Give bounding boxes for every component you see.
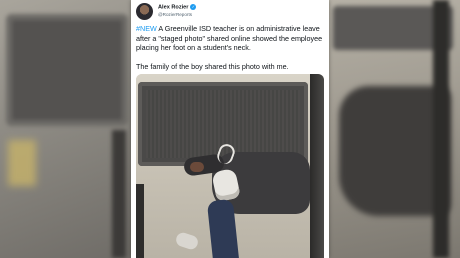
author-name-text[interactable]: Alex Rozier <box>158 4 188 10</box>
hashtag-link[interactable]: #NEW <box>136 24 157 33</box>
tweet-text: #NEW A Greenville ISD teacher is on admi… <box>136 24 326 71</box>
verified-badge-icon: ✓ <box>190 4 197 10</box>
author-handle[interactable]: @RozierReports <box>158 12 192 17</box>
blurred-door-frame <box>112 130 126 258</box>
blurred-door-frame <box>433 0 449 258</box>
tweet-header: Alex Rozier ✓ @RozierReports <box>136 3 326 21</box>
photo-student-hand <box>190 162 204 172</box>
photo-door-frame-right <box>310 74 324 258</box>
tweet-paragraph-1: #NEW A Greenville ISD teacher is on admi… <box>136 24 326 53</box>
blurred-patch <box>8 140 36 186</box>
avatar[interactable] <box>136 3 153 20</box>
tweet-body: A Greenville ISD teacher is on administr… <box>136 24 323 53</box>
tweet-card: Alex Rozier ✓ @RozierReports #NEW A Green… <box>131 0 329 258</box>
photo-door-frame-left <box>136 184 144 258</box>
author-name[interactable]: Alex Rozier ✓ <box>158 4 197 10</box>
blurred-doormat <box>6 14 128 126</box>
tweet-paragraph-2: The family of the boy shared this photo … <box>136 61 289 71</box>
blurred-background-right <box>329 0 460 258</box>
tweet-photo[interactable] <box>136 74 324 258</box>
blurred-background-left <box>0 0 131 258</box>
